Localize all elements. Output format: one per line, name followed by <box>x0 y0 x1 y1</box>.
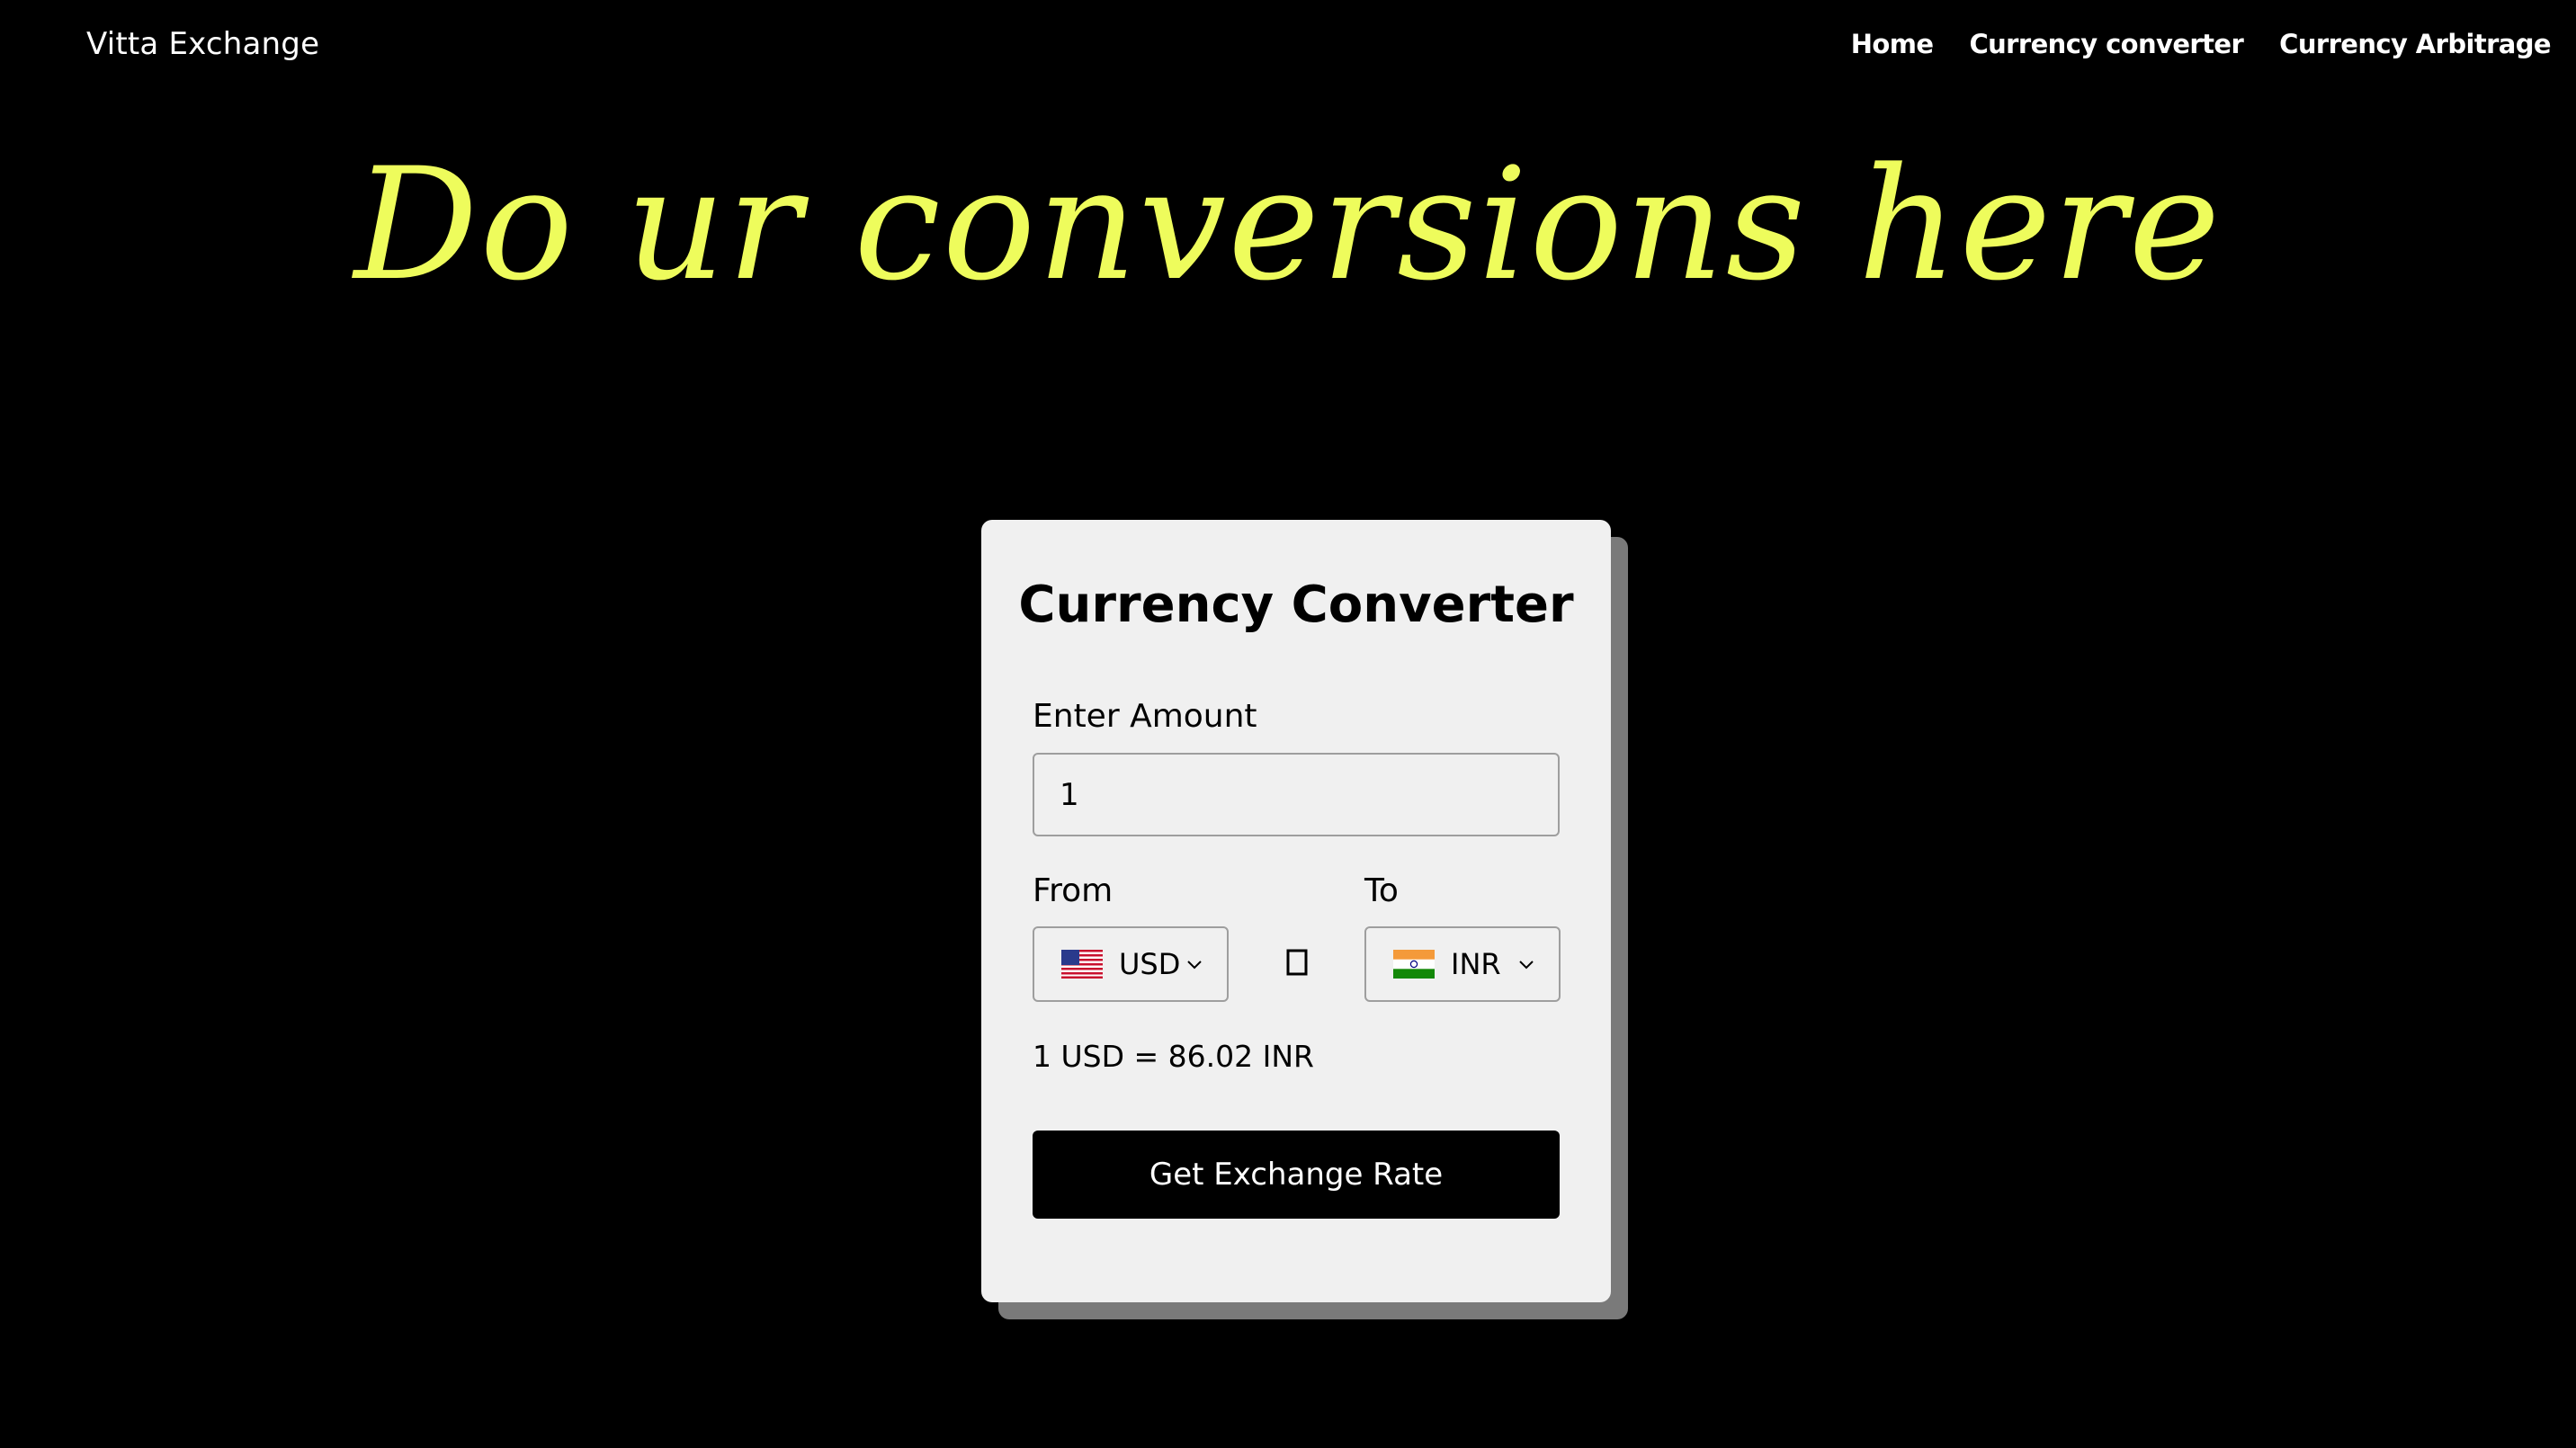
nav-home-link[interactable]: Home <box>1851 25 1934 63</box>
to-label: To <box>1364 872 1399 909</box>
to-currency-select[interactable]: INR <box>1364 926 1561 1002</box>
amount-input[interactable] <box>1033 753 1560 836</box>
converter-card: Currency Converter Enter Amount From To … <box>981 520 1611 1302</box>
india-flag-icon <box>1393 950 1435 979</box>
brand-logo[interactable]: Vitta Exchange <box>86 23 319 65</box>
from-currency-select[interactable]: USD <box>1033 926 1229 1002</box>
to-currency-code: INR <box>1451 947 1501 981</box>
hero-heading: Do ur conversions here <box>353 134 2223 315</box>
amount-label: Enter Amount <box>1033 698 1257 735</box>
page: Vitta Exchange Home Currency converter C… <box>0 0 2576 1448</box>
swap-icon[interactable] <box>1286 949 1308 976</box>
nav-currency-arbitrage-link[interactable]: Currency Arbitrage <box>2279 25 2551 63</box>
us-flag-icon <box>1061 950 1103 979</box>
exchange-rate-text: 1 USD = 86.02 INR <box>1033 1039 1314 1074</box>
nav-currency-converter-link[interactable]: Currency converter <box>1969 25 2243 63</box>
top-nav: Home Currency converter Currency Arbitra… <box>1851 25 2552 63</box>
chevron-down-icon <box>1187 961 1202 970</box>
from-label: From <box>1033 872 1114 909</box>
chevron-down-icon <box>1519 961 1534 970</box>
from-currency-code: USD <box>1119 947 1181 981</box>
card-title: Currency Converter <box>1018 576 1574 634</box>
get-exchange-rate-button[interactable]: Get Exchange Rate <box>1033 1131 1560 1219</box>
